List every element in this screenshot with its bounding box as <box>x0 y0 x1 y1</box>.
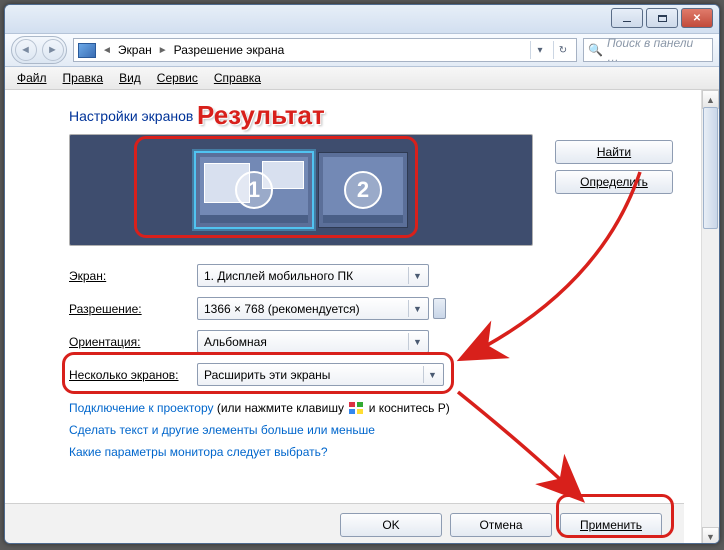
screen-label: Экран: <box>69 269 197 283</box>
breadcrumb-root[interactable]: Экран <box>118 43 152 57</box>
address-dropdown[interactable]: ▾ <box>530 41 549 59</box>
multi-value: Расширить эти экраны <box>204 368 330 382</box>
monitor-1-label: 1 <box>235 171 273 209</box>
menu-tools[interactable]: Сервис <box>151 69 204 87</box>
monitor-2[interactable]: 2 <box>318 152 408 228</box>
back-icon: ◄ <box>15 39 37 61</box>
search-icon: 🔍 <box>588 43 603 57</box>
multi-label: Несколько экранов: <box>69 368 197 382</box>
chevron-down-icon: ▼ <box>408 333 426 350</box>
content-pane: Настройки экранов 1 2 <box>5 90 701 544</box>
orientation-value: Альбомная <box>204 335 267 349</box>
resolution-slider[interactable] <box>433 298 446 319</box>
monitor-2-label: 2 <box>344 171 382 209</box>
display-preview[interactable]: 1 2 <box>69 134 533 246</box>
bottom-bar: OK Отмена Применить <box>5 503 684 544</box>
resolution-select[interactable]: 1366 × 768 (рекомендуется) ▼ <box>197 297 429 320</box>
settings-window: ✕ ◄ ► ◄ Экран ► Разрешение экрана ▾ ↻ 🔍 … <box>4 4 720 544</box>
control-panel-icon <box>78 43 96 58</box>
text-size-link[interactable]: Сделать текст и другие элементы больше и… <box>69 423 673 437</box>
address-bar[interactable]: ◄ Экран ► Разрешение экрана ▾ ↻ <box>73 38 577 62</box>
chevron-down-icon: ▼ <box>423 366 441 383</box>
refresh-button[interactable]: ↻ <box>553 41 572 59</box>
projector-link[interactable]: Подключение к проектору <box>69 401 214 415</box>
chevron-down-icon: ▼ <box>408 300 426 317</box>
chevron-down-icon: ▼ <box>408 267 426 284</box>
menu-file[interactable]: Файл <box>11 69 53 87</box>
projector-link-row: Подключение к проектору (или нажмите кла… <box>69 400 673 415</box>
monitor-1[interactable]: 1 <box>194 151 314 229</box>
page-title: Настройки экранов <box>69 108 673 124</box>
detect-button[interactable]: Определить <box>555 170 673 194</box>
forward-icon: ► <box>42 39 64 61</box>
resolution-label: Разрешение: <box>69 302 197 316</box>
scroll-down-icon[interactable]: ▼ <box>702 527 719 544</box>
cancel-button[interactable]: Отмена <box>450 513 552 537</box>
resolution-value: 1366 × 768 (рекомендуется) <box>204 302 360 316</box>
monitor-params-link[interactable]: Какие параметры монитора следует выбрать… <box>69 445 673 459</box>
windows-key-icon <box>349 402 363 414</box>
orientation-select[interactable]: Альбомная ▼ <box>197 330 429 353</box>
screen-value: 1. Дисплей мобильного ПК <box>204 269 353 283</box>
maximize-button[interactable] <box>646 8 678 28</box>
multi-display-select[interactable]: Расширить эти экраны ▼ <box>197 363 444 386</box>
vertical-scrollbar[interactable]: ▲ ▼ <box>701 90 719 544</box>
scroll-thumb[interactable] <box>703 107 718 229</box>
title-bar: ✕ <box>5 5 719 34</box>
minimize-button[interactable] <box>611 8 643 28</box>
close-button[interactable]: ✕ <box>681 8 713 28</box>
ok-button[interactable]: OK <box>340 513 442 537</box>
nav-bar: ◄ ► ◄ Экран ► Разрешение экрана ▾ ↻ 🔍 По… <box>5 34 719 67</box>
breadcrumb-current[interactable]: Разрешение экрана <box>174 43 285 57</box>
screen-select[interactable]: 1. Дисплей мобильного ПК ▼ <box>197 264 429 287</box>
chevron-right-icon: ► <box>158 45 168 56</box>
find-button[interactable]: Найти <box>555 140 673 164</box>
orientation-label: Ориентация: <box>69 335 197 349</box>
apply-button[interactable]: Применить <box>560 513 662 537</box>
nav-back-forward[interactable]: ◄ ► <box>11 36 67 64</box>
search-input[interactable]: 🔍 Поиск в панели … <box>583 38 713 62</box>
menu-help[interactable]: Справка <box>208 69 267 87</box>
menu-view[interactable]: Вид <box>113 69 147 87</box>
menu-edit[interactable]: Правка <box>57 69 110 87</box>
menu-bar: Файл Правка Вид Сервис Справка <box>5 67 719 90</box>
chevron-left-icon: ◄ <box>102 45 112 56</box>
search-placeholder: Поиск в панели … <box>607 36 708 64</box>
